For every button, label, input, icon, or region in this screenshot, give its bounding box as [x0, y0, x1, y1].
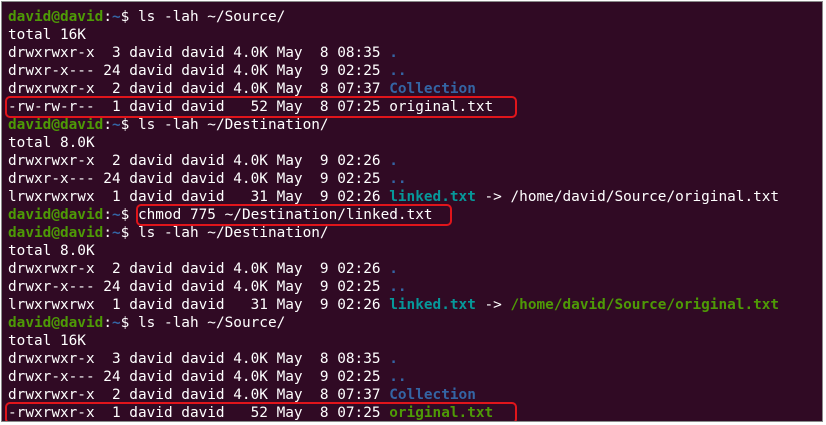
entry-meta: drwxrwxr-x 2 david david 4.0K May 8 07:3…	[8, 81, 390, 97]
entry-name: ..	[389, 279, 407, 295]
entry-name: linked.txt	[389, 189, 476, 205]
output-total-line: total 8.0K	[8, 135, 95, 151]
entry-meta: drwxrwxr-x 2 david david 4.0K May 9 02:2…	[8, 153, 390, 169]
symlink-arrow: ->	[475, 189, 511, 205]
prompt-line: david@david:~$ ls -lah ~/Source/	[8, 314, 822, 332]
entry-meta: drwxr-x--- 24 david david 4.0K May 9 02:…	[8, 63, 390, 79]
prompt-separator: :	[103, 117, 112, 133]
output-total-line: total 16K	[8, 333, 86, 349]
prompt-symbol: $	[120, 225, 138, 241]
listing-row: drwxr-x--- 24 david david 4.0K May 9 02:…	[8, 170, 822, 188]
command-text: ls -lah ~/Source/	[137, 9, 286, 25]
entry-name: Collection	[389, 81, 476, 97]
prompt-separator: :	[103, 225, 112, 241]
highlight-chmod-command	[136, 204, 452, 226]
prompt-user-host: david@david	[8, 315, 104, 331]
prompt-path: ~	[111, 9, 121, 25]
entry-meta: drwxr-x--- 24 david david 4.0K May 9 02:…	[8, 279, 390, 295]
command-text: ls -lah ~/Destination/	[137, 117, 329, 133]
entry-name: linked.txt	[389, 297, 476, 313]
prompt-line: david@david:~$ ls -lah ~/Source/	[8, 8, 822, 26]
entry-meta: drwxrwxr-x 3 david david 4.0K May 8 08:3…	[8, 351, 390, 367]
listing-row: drwxrwxr-x 2 david david 4.0K May 9 02:2…	[8, 260, 822, 278]
symlink-arrow: ->	[475, 297, 511, 313]
prompt-user-host: david@david	[8, 9, 104, 25]
entry-meta: drwxrwxr-x 2 david david 4.0K May 8 07:3…	[8, 387, 390, 403]
prompt-user-host: david@david	[8, 225, 104, 241]
symlink-target: /home/david/Source/original.txt	[510, 189, 780, 205]
prompt-line: david@david:~$ ls -lah ~/Destination/	[8, 116, 822, 134]
command-text: ls -lah ~/Source/	[137, 315, 286, 331]
listing-row: lrwxrwxrwx 1 david david 31 May 9 02:26 …	[8, 296, 822, 314]
output-total-line: total 16K	[8, 27, 86, 43]
prompt-symbol: $	[120, 9, 138, 25]
prompt-symbol: $	[120, 117, 138, 133]
prompt-symbol: $	[120, 315, 138, 331]
entry-meta: lrwxrwxrwx 1 david david 31 May 9 02:26	[8, 297, 390, 313]
entry-name: ..	[389, 171, 407, 187]
highlight-original-after	[5, 402, 517, 421]
entry-name: .	[389, 261, 398, 277]
command-text: ls -lah ~/Destination/	[137, 225, 329, 241]
entry-meta: lrwxrwxrwx 1 david david 31 May 9 02:26	[8, 189, 390, 205]
prompt-line: david@david:~$ ls -lah ~/Destination/	[8, 224, 822, 242]
prompt-path: ~	[111, 117, 121, 133]
prompt-user-host: david@david	[8, 207, 104, 223]
entry-meta: drwxrwxr-x 3 david david 4.0K May 8 08:3…	[8, 45, 390, 61]
entry-name: ..	[389, 369, 407, 385]
listing-row: drwxrwxr-x 3 david david 4.0K May 8 08:3…	[8, 350, 822, 368]
symlink-target: /home/david/Source/original.txt	[510, 297, 780, 313]
output-total-line: total 8.0K	[8, 243, 95, 259]
prompt-separator: :	[103, 9, 112, 25]
entry-name: .	[389, 153, 398, 169]
highlight-original-before	[5, 96, 517, 118]
prompt-separator: :	[103, 207, 112, 223]
listing-row: drwxr-x--- 24 david david 4.0K May 9 02:…	[8, 368, 822, 386]
entry-name: .	[389, 45, 398, 61]
listing-row: drwxr-x--- 24 david david 4.0K May 9 02:…	[8, 278, 822, 296]
listing-row: drwxr-x--- 24 david david 4.0K May 9 02:…	[8, 62, 822, 80]
entry-name: ..	[389, 63, 407, 79]
prompt-separator: :	[103, 315, 112, 331]
terminal-window[interactable]: david@david:~$ ls -lah ~/Source/ total 1…	[1, 1, 823, 422]
entry-name: .	[389, 351, 398, 367]
entry-meta: drwxrwxr-x 2 david david 4.0K May 9 02:2…	[8, 261, 390, 277]
listing-row: drwxrwxr-x 3 david david 4.0K May 8 08:3…	[8, 44, 822, 62]
prompt-path: ~	[111, 207, 121, 223]
entry-meta: drwxr-x--- 24 david david 4.0K May 9 02:…	[8, 171, 390, 187]
prompt-path: ~	[111, 315, 121, 331]
listing-row: drwxrwxr-x 2 david david 4.0K May 9 02:2…	[8, 152, 822, 170]
entry-meta: drwxr-x--- 24 david david 4.0K May 9 02:…	[8, 369, 390, 385]
prompt-user-host: david@david	[8, 117, 104, 133]
entry-name: Collection	[389, 387, 476, 403]
prompt-path: ~	[111, 225, 121, 241]
